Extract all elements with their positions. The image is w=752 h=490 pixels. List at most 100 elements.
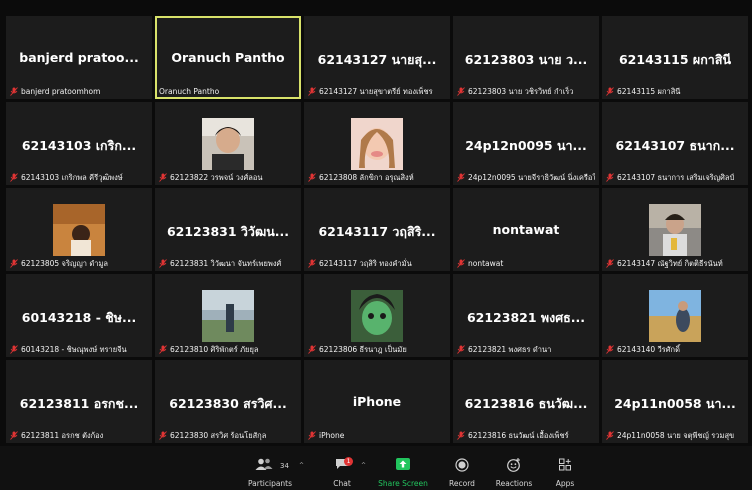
mic-muted-icon (10, 431, 18, 440)
participant-name-display: 62123816 ธนวัฒ... (464, 396, 588, 411)
participant-label: 62123805 จริญญา ดำมูล (10, 258, 148, 269)
participant-label: 62123803 นาย วชิรวิทย์ กำเร็ว (457, 86, 595, 97)
participant-tile[interactable]: 62123831 วิวัฒน... 62123831 วิวัฒนา จันท… (155, 188, 301, 271)
participant-tile[interactable]: 62123811 อรกช... 62123811 อรกช ตังก้อง (6, 360, 152, 443)
participant-name-display: 62143115 ผกาสินี (618, 52, 732, 67)
mic-muted-icon (159, 431, 167, 440)
record-button[interactable]: Record (442, 446, 482, 490)
participant-tile-active-speaker[interactable]: Oranuch Pantho Oranuch Pantho (155, 16, 301, 99)
participant-label-text: iPhone (319, 431, 345, 440)
participant-name-display: 62123831 วิวัฒน... (166, 224, 290, 239)
mic-muted-icon (457, 345, 465, 354)
participant-label-text: 62143147 ณัฐวิทย์ กิตติธีรนันท์ (617, 258, 723, 268)
mic-muted-icon (308, 431, 316, 440)
participant-tile[interactable]: 62123816 ธนวัฒ... 62123816 ธนวัฒน์ เอื้อ… (453, 360, 599, 443)
participant-label: 62123821 พงศธร ดำนา (457, 344, 595, 355)
avatar-photo (351, 118, 403, 170)
participant-label: 62123806 ธีรนาฎ เป็นมัย (308, 344, 446, 355)
participant-label: 62123822 วรพจน์ วงศ์ลอน (159, 172, 297, 183)
participant-label-text: Oranuch Pantho (159, 87, 220, 96)
chat-button[interactable]: 1 Chat (322, 446, 362, 490)
participant-label-text: 62123808 ลักขิกา อรุณสิงห์ (319, 172, 414, 182)
share-screen-icon (396, 458, 410, 470)
participant-label: 62123816 ธนวัฒน์ เอื้องเพ็ชร์ (457, 430, 595, 441)
chat-options-caret[interactable]: ^ (361, 462, 366, 469)
participant-tile[interactable]: 62123803 นาย ว... 62123803 นาย วชิรวิทย์… (453, 16, 599, 99)
participant-label-text: 24p12n0095 นายจีราธิวัฒน์ นิ่งเครือใจ (468, 172, 595, 182)
mic-muted-icon (606, 345, 614, 354)
participant-tile[interactable]: 24p11n0058 นา... 24p11n0058 นาย จตุพีชญ์… (602, 360, 748, 443)
avatar-photo (649, 290, 701, 342)
participant-tile[interactable]: 62143103 เกริก... 62143103 เกริกพล คีรีว… (6, 102, 152, 185)
mic-muted-icon (606, 431, 614, 440)
participant-label-text: 62123803 นาย วชิรวิทย์ กำเร็ว (468, 86, 574, 96)
mic-muted-icon (10, 87, 18, 96)
participant-tile[interactable]: 62143117 วฤสิริ... 62143117 วฤสิริ ทองคำ… (304, 188, 450, 271)
mic-muted-icon (457, 431, 465, 440)
participant-tile[interactable]: 62123810 ศิริพักตร์ ภัยยุล (155, 274, 301, 357)
participant-tile[interactable]: 62123822 วรพจน์ วงศ์ลอน (155, 102, 301, 185)
participant-name-display: banjerd pratoo... (19, 50, 139, 65)
share-screen-button[interactable]: Share Screen (374, 446, 432, 490)
mic-muted-icon (308, 87, 316, 96)
participants-label: Participants (247, 479, 293, 488)
participant-label-text: 24p11n0058 นาย จตุพีชญ์ รวมสุข (617, 430, 735, 440)
participant-label-text: 62123821 พงศธร ดำนา (468, 344, 552, 354)
participants-button[interactable]: 34 Participants (244, 446, 296, 490)
participant-name-display: 62123830 สรวิศ... (169, 396, 287, 411)
participant-tile[interactable]: 62143107 ธนาก... 62143107 ธนาการ เสริมเจ… (602, 102, 748, 185)
mic-muted-icon (10, 173, 18, 182)
avatar-photo (351, 290, 403, 342)
reactions-label: Reactions (495, 479, 533, 488)
avatar-photo (202, 290, 254, 342)
participant-label: 62123811 อรกช ตังก้อง (10, 430, 148, 441)
participant-tile[interactable]: 62143147 ณัฐวิทย์ กิตติธีรนันท์ (602, 188, 748, 271)
participant-name-display: 24p11n0058 นา... (614, 396, 736, 411)
participant-name-display: 60143218 - ชิษ... (21, 310, 137, 325)
participant-label-text: 62123811 อรกช ตังก้อง (21, 430, 104, 440)
participant-label: 60143218 - ชิษณุพงษ์ ทรายจีน (10, 344, 148, 355)
participant-tile[interactable]: 24p12n0095 นา... 24p12n0095 นายจีราธิวัฒ… (453, 102, 599, 185)
participant-label: 62143140 วีรศักดิ์ (606, 344, 744, 355)
reactions-button[interactable]: Reactions (492, 446, 536, 490)
participants-icon (255, 458, 273, 470)
apps-icon (559, 458, 571, 471)
participant-label-text: 62123805 จริญญา ดำมูล (21, 258, 108, 268)
participant-tile[interactable]: 62123830 สรวิศ... 62123830 สรวิศ ร้อนโยส… (155, 360, 301, 443)
participant-label: 62123808 ลักขิกา อรุณสิงห์ (308, 172, 446, 183)
participant-tile[interactable]: 62123821 พงศธ... 62123821 พงศธร ดำนา (453, 274, 599, 357)
avatar-photo (202, 118, 254, 170)
participant-label-text: 62143117 วฤสิริ ทองคำมั่น (319, 258, 412, 268)
record-icon (455, 458, 469, 472)
participant-tile[interactable]: 62143140 วีรศักดิ์ (602, 274, 748, 357)
participant-label: 24p12n0095 นายจีราธิวัฒน์ นิ่งเครือใจ (457, 172, 595, 183)
reactions-icon (507, 458, 520, 472)
participant-tile[interactable]: banjerd pratoo... banjerd pratoomhom (6, 16, 152, 99)
apps-label: Apps (555, 479, 575, 488)
participant-name-display: 62123821 พงศธ... (466, 310, 586, 325)
participant-tile[interactable]: iPhone iPhone (304, 360, 450, 443)
participant-tile[interactable]: 62143115 ผกาสินี 62143115 ผกาสินี (602, 16, 748, 99)
participant-name-display: 62143127 นายสุ... (317, 52, 437, 67)
participants-count: 34 (280, 462, 289, 470)
chat-unread-badge: 1 (344, 457, 353, 466)
participants-options-caret[interactable]: ^ (299, 462, 304, 469)
participant-label: 62143107 ธนาการ เสริมเจริญศิลป์ (606, 172, 744, 183)
mic-muted-icon (606, 87, 614, 96)
chat-label: Chat (333, 479, 351, 488)
participant-tile[interactable]: 60143218 - ชิษ... 60143218 - ชิษณุพงษ์ ท… (6, 274, 152, 357)
participant-tile[interactable]: 62143127 นายสุ... 62143127 นายสุขาตรีย์ … (304, 16, 450, 99)
mic-muted-icon (457, 173, 465, 182)
video-grid: banjerd pratoo... banjerd pratoomhom Ora… (6, 16, 752, 446)
participant-label-text: nontawat (468, 259, 504, 268)
participant-label: 62123830 สรวิศ ร้อนโยสักุล (159, 430, 297, 441)
participant-label: 62143147 ณัฐวิทย์ กิตติธีรนันท์ (606, 258, 744, 269)
participant-tile[interactable]: nontawat nontawat (453, 188, 599, 271)
participant-tile[interactable]: 62123806 ธีรนาฎ เป็นมัย (304, 274, 450, 357)
mic-muted-icon (308, 173, 316, 182)
participant-label: nontawat (457, 258, 595, 269)
mic-muted-icon (308, 259, 316, 268)
participant-tile[interactable]: 62123805 จริญญา ดำมูล (6, 188, 152, 271)
apps-button[interactable]: Apps (546, 446, 584, 490)
participant-tile[interactable]: 62123808 ลักขิกา อรุณสิงห์ (304, 102, 450, 185)
